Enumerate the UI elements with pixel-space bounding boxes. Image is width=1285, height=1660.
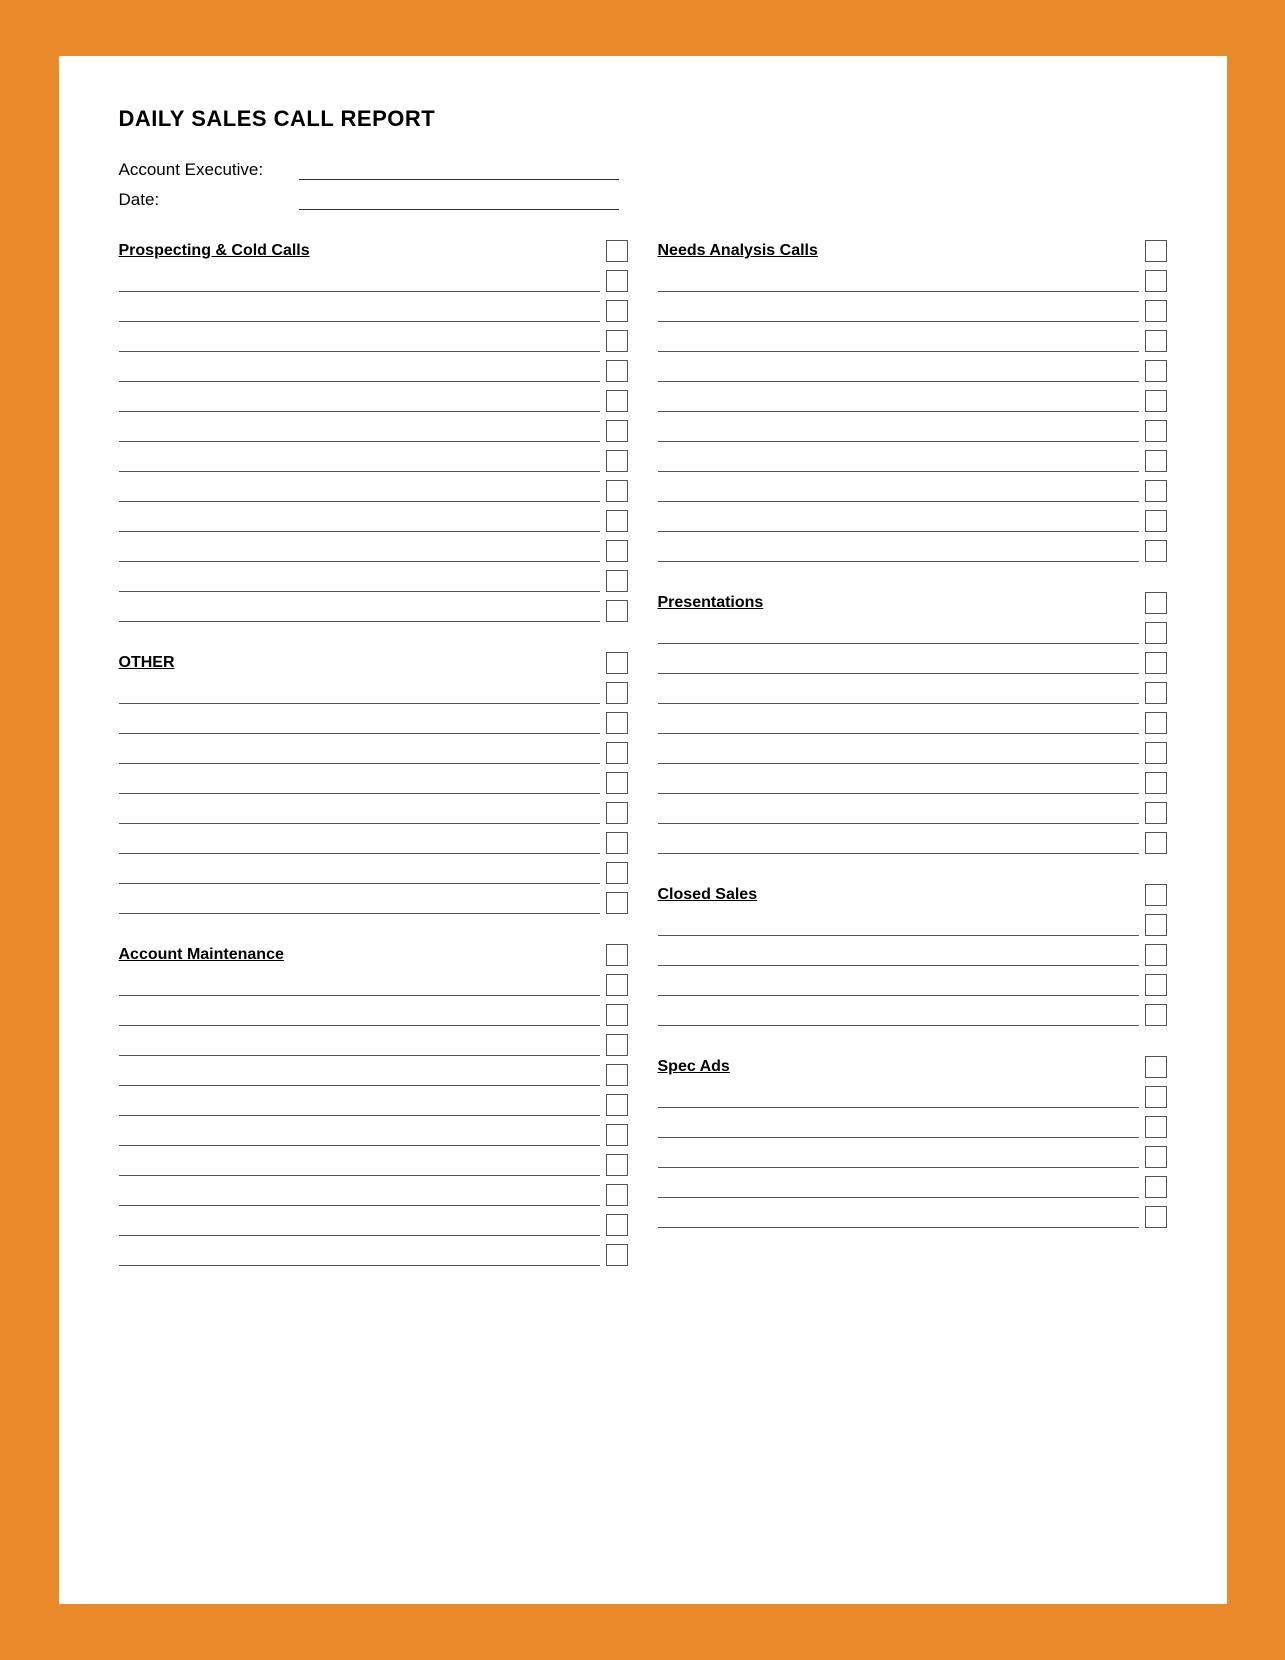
table-row <box>658 300 1167 322</box>
table-row <box>658 330 1167 352</box>
table-row <box>119 1004 628 1026</box>
prospecting-cold-calls-section: Prospecting & Cold Calls <box>119 240 628 622</box>
table-row <box>658 1176 1167 1198</box>
prospecting-header-row: Prospecting & Cold Calls <box>119 240 628 262</box>
table-row <box>119 480 628 502</box>
account-maintenance-section: Account Maintenance <box>119 944 628 1266</box>
spec-ads-header-box <box>1145 1056 1167 1078</box>
table-row <box>658 682 1167 704</box>
table-row <box>119 802 628 824</box>
table-row <box>119 1184 628 1206</box>
account-executive-label: Account Executive: <box>119 160 299 180</box>
date-label: Date: <box>119 190 299 210</box>
table-row <box>119 832 628 854</box>
table-row <box>119 974 628 996</box>
table-row <box>658 802 1167 824</box>
table-row <box>119 742 628 764</box>
main-sections: Prospecting & Cold Calls OTHER <box>119 240 1167 1296</box>
table-row <box>119 360 628 382</box>
table-row <box>658 772 1167 794</box>
spec-ads-header-row: Spec Ads <box>658 1056 1167 1078</box>
table-row <box>658 270 1167 292</box>
table-row <box>119 300 628 322</box>
other-title: OTHER <box>119 654 600 674</box>
closed-sales-header-box <box>1145 884 1167 906</box>
other-header-box <box>606 652 628 674</box>
closed-sales-title: Closed Sales <box>658 886 1139 906</box>
table-row <box>658 360 1167 382</box>
table-row <box>658 1004 1167 1026</box>
table-row <box>119 420 628 442</box>
table-row <box>658 510 1167 532</box>
header-fields: Account Executive: Date: <box>119 160 1167 210</box>
table-row <box>119 1064 628 1086</box>
table-row <box>119 862 628 884</box>
table-row <box>119 570 628 592</box>
account-maintenance-header-box <box>606 944 628 966</box>
account-executive-field: Account Executive: <box>119 160 1167 180</box>
table-row <box>119 1244 628 1266</box>
table-row <box>119 1214 628 1236</box>
table-row <box>119 772 628 794</box>
table-row <box>119 1154 628 1176</box>
needs-analysis-header-row: Needs Analysis Calls <box>658 240 1167 262</box>
other-section: OTHER <box>119 652 628 914</box>
presentations-header-row: Presentations <box>658 592 1167 614</box>
closed-sales-section: Closed Sales <box>658 884 1167 1026</box>
left-column: Prospecting & Cold Calls OTHER <box>119 240 628 1296</box>
table-row <box>658 450 1167 472</box>
table-row <box>119 390 628 412</box>
table-row <box>658 652 1167 674</box>
table-row <box>658 390 1167 412</box>
table-row <box>658 1116 1167 1138</box>
table-row <box>119 270 628 292</box>
spec-ads-section: Spec Ads <box>658 1056 1167 1228</box>
account-maintenance-header-row: Account Maintenance <box>119 944 628 966</box>
account-executive-line <box>299 162 619 180</box>
table-row <box>658 540 1167 562</box>
table-row <box>658 974 1167 996</box>
table-row <box>119 1094 628 1116</box>
account-maintenance-title: Account Maintenance <box>119 946 600 966</box>
table-row <box>119 1124 628 1146</box>
prospecting-header-box <box>606 240 628 262</box>
table-row <box>658 420 1167 442</box>
table-row <box>119 1034 628 1056</box>
needs-analysis-header-box <box>1145 240 1167 262</box>
right-column: Needs Analysis Calls Presentations <box>658 240 1167 1296</box>
table-row <box>119 510 628 532</box>
spec-ads-title: Spec Ads <box>658 1058 1139 1078</box>
table-row <box>658 712 1167 734</box>
table-row <box>658 1146 1167 1168</box>
table-row <box>658 832 1167 854</box>
table-row <box>658 1206 1167 1228</box>
table-row <box>119 540 628 562</box>
table-row <box>658 742 1167 764</box>
table-row <box>658 944 1167 966</box>
report-title: DAILY SALES CALL REPORT <box>119 106 1167 132</box>
table-row <box>119 682 628 704</box>
needs-analysis-title: Needs Analysis Calls <box>658 242 1139 262</box>
table-row <box>658 480 1167 502</box>
date-field: Date: <box>119 190 1167 210</box>
presentations-section: Presentations <box>658 592 1167 854</box>
table-row <box>119 712 628 734</box>
table-row <box>119 450 628 472</box>
report-container: DAILY SALES CALL REPORT Account Executiv… <box>53 50 1233 1610</box>
table-row <box>119 330 628 352</box>
table-row <box>119 600 628 622</box>
table-row <box>119 892 628 914</box>
other-header-row: OTHER <box>119 652 628 674</box>
table-row <box>658 622 1167 644</box>
needs-analysis-section: Needs Analysis Calls <box>658 240 1167 562</box>
prospecting-title: Prospecting & Cold Calls <box>119 242 600 262</box>
date-line <box>299 192 619 210</box>
table-row <box>658 1086 1167 1108</box>
presentations-header-box <box>1145 592 1167 614</box>
closed-sales-header-row: Closed Sales <box>658 884 1167 906</box>
presentations-title: Presentations <box>658 594 1139 614</box>
table-row <box>658 914 1167 936</box>
